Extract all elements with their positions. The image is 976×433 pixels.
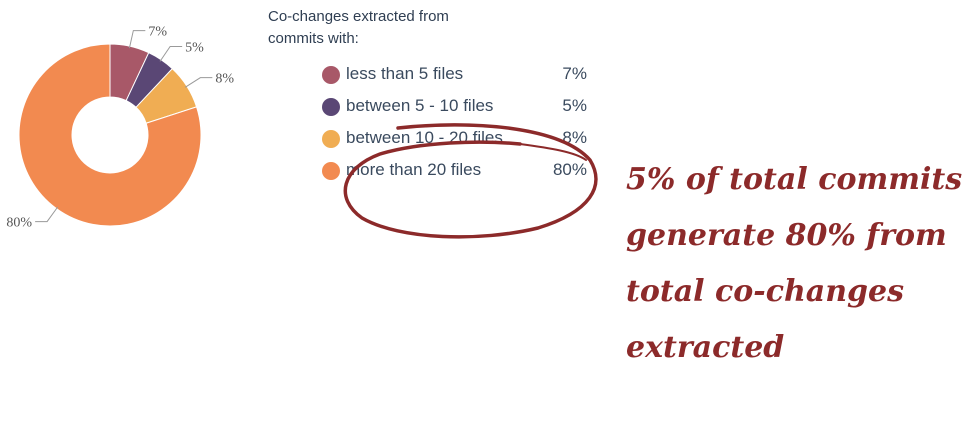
- slice-leader-line: [184, 77, 213, 88]
- slice-data-label: 5%: [185, 41, 204, 56]
- slice-data-label: 7%: [148, 25, 167, 40]
- legend-swatch: [322, 162, 340, 180]
- legend-value: 8%: [562, 128, 587, 147]
- legend: less than 5 files 7% between 5 - 10 file…: [322, 62, 590, 190]
- legend-label: less than 5 files: [346, 64, 464, 83]
- slice-data-label: 80%: [6, 216, 32, 231]
- legend-item[interactable]: between 10 - 20 files 8%: [322, 126, 590, 158]
- annotation-line: total co-changes: [626, 274, 905, 309]
- slice-leader-line: [159, 46, 183, 62]
- legend-title: Co-changes extracted from commits with:: [268, 8, 449, 47]
- legend-label: between 10 - 20 files: [346, 128, 503, 147]
- slice-leader-line: [35, 206, 59, 223]
- handwritten-annotation: 5% of total commits generate 80% from to…: [626, 152, 974, 376]
- legend-item[interactable]: more than 20 files 80%: [322, 158, 590, 190]
- slice-leader-line: [128, 30, 146, 49]
- legend-value: 5%: [562, 96, 587, 115]
- legend-item[interactable]: between 5 - 10 files 5%: [322, 94, 590, 126]
- legend-swatch: [322, 66, 340, 84]
- donut-chart: 7% 5% 8% 80%: [6, 25, 234, 231]
- legend-item[interactable]: less than 5 files 7%: [322, 62, 590, 94]
- legend-value: 80%: [552, 160, 587, 179]
- legend-swatch: [322, 98, 340, 116]
- annotation-line: 5% of total commits: [626, 162, 963, 197]
- slice-data-label: 8%: [215, 72, 234, 87]
- annotation-line: generate 80% from: [626, 218, 947, 253]
- legend-swatch: [322, 130, 340, 148]
- legend-label: more than 20 files: [346, 160, 482, 179]
- legend-label: between 5 - 10 files: [346, 96, 494, 115]
- legend-value: 7%: [562, 64, 587, 83]
- annotation-line: extracted: [626, 330, 785, 365]
